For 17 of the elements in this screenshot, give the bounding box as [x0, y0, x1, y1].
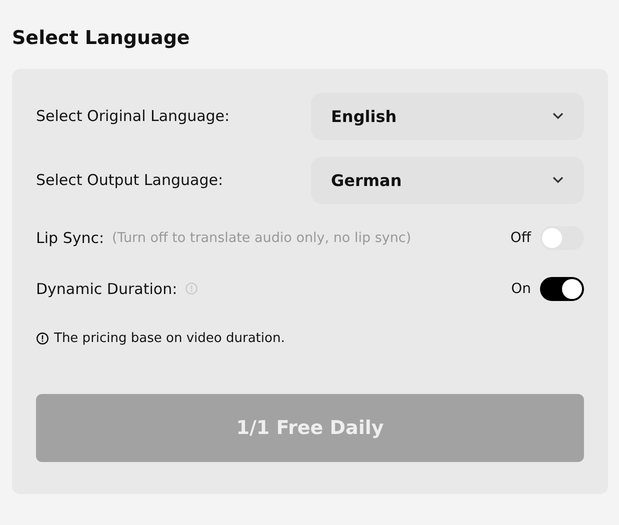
toggle-state-label: On	[511, 280, 531, 296]
chevron-down-icon	[552, 112, 564, 120]
info-icon	[36, 332, 49, 344]
toggle-state-label: Off	[510, 230, 531, 246]
toggle-label: Lip Sync:	[36, 228, 104, 246]
info-icon	[185, 282, 198, 295]
language-dropdown[interactable]: English	[311, 92, 584, 140]
toggle-label: Dynamic Duration:	[36, 280, 178, 298]
toggle-switch[interactable]	[540, 226, 584, 250]
language-dropdown[interactable]: German	[311, 156, 584, 204]
chevron-down-icon	[552, 176, 564, 184]
section-title: Select Language	[12, 26, 191, 51]
field-label: Select Output Language:	[36, 171, 223, 189]
toggle-switch[interactable]	[540, 276, 584, 300]
field-label: Select Original Language:	[36, 107, 230, 125]
hint-text: (Turn off to translate audio only, no lip sync)	[112, 230, 412, 246]
pricing-note: The pricing base on video duration.	[54, 330, 285, 346]
